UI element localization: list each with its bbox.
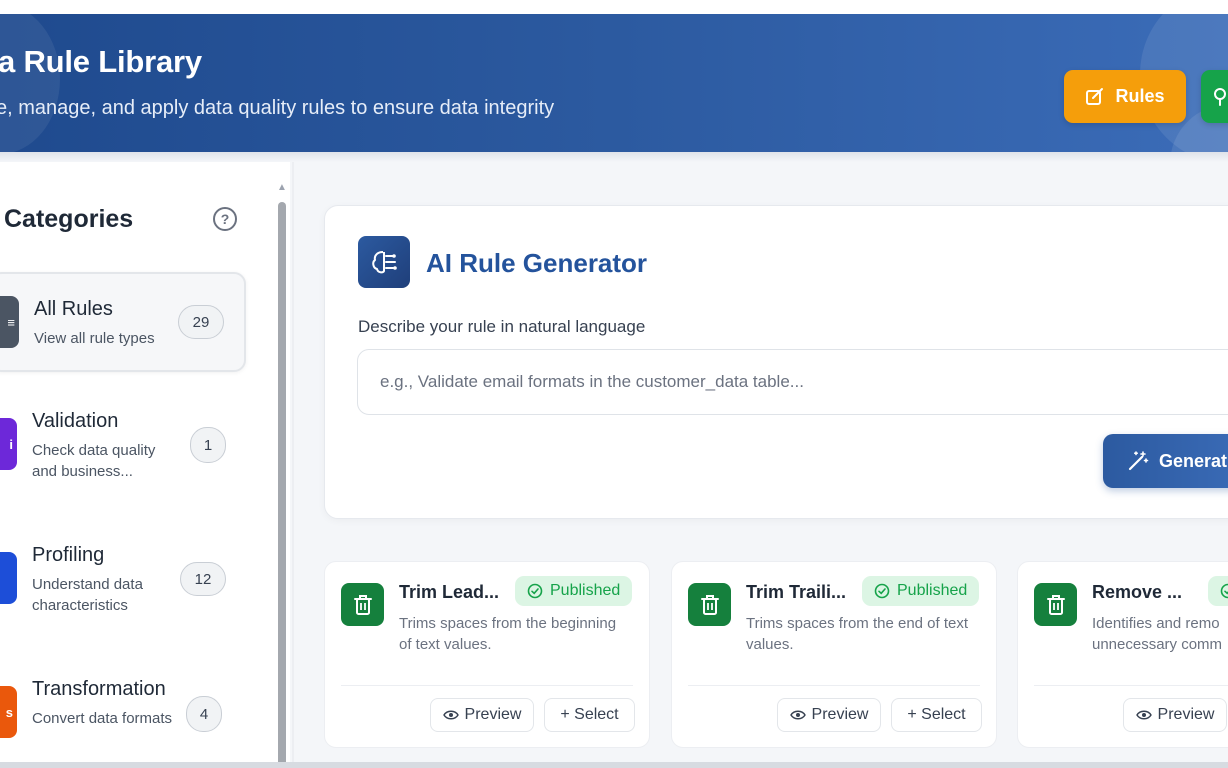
select-button[interactable]: + Select	[891, 698, 982, 732]
generate-button-label: Generat	[1159, 450, 1228, 471]
preview-button[interactable]: Preview	[1123, 698, 1227, 732]
card-divider	[1034, 685, 1228, 686]
preview-label: Preview	[811, 706, 869, 723]
check-circle-icon	[527, 583, 543, 599]
rule-description: Identifies and remo unnecessary comm	[1092, 615, 1223, 653]
rule-description: Trims spaces from the end of text values…	[746, 615, 969, 653]
trash-icon	[1034, 583, 1077, 626]
rule-card[interactable]: Trim Lead... Published Trims spaces from…	[324, 561, 650, 748]
header-banner: a Rule Library e, manage, and apply data…	[0, 14, 1228, 152]
rule-name: Remove ...	[1092, 582, 1183, 602]
published-badge	[1208, 576, 1228, 606]
header-shadow	[0, 152, 1228, 162]
generate-button[interactable]: Generat	[1103, 434, 1228, 488]
trash-icon	[688, 583, 731, 626]
transformation-icon: s	[0, 686, 17, 738]
scroll-up-icon[interactable]: ▲	[276, 180, 288, 194]
top-strip	[0, 0, 1228, 14]
sidebar-scrollbar[interactable]: ▲	[276, 180, 288, 768]
count-badge: 1	[190, 427, 226, 463]
sidebar-item-transformation[interactable]: s Transformation Convert data formats 4	[0, 674, 246, 768]
eye-icon	[789, 710, 806, 720]
bottom-edge	[0, 762, 1228, 768]
check-circle-icon	[1220, 583, 1228, 599]
check-circle-icon	[874, 583, 890, 599]
rules-button-label: Rules	[1115, 86, 1165, 106]
pin-icon	[1214, 87, 1226, 106]
sidebar-item-label: Validation	[32, 410, 119, 432]
card-divider	[341, 685, 633, 686]
rule-name: Trim Lead...	[399, 582, 500, 602]
rule-card[interactable]: Remove ... Identifies and remo unnecessa…	[1017, 561, 1228, 748]
secondary-header-button[interactable]	[1201, 70, 1228, 123]
edit-square-icon	[1086, 87, 1104, 105]
profiling-icon	[0, 552, 17, 604]
validation-icon: i	[0, 418, 17, 470]
count-badge: 12	[180, 562, 226, 596]
generator-title: AI Rule Generator	[426, 248, 648, 278]
rule-description-label: Describe your rule in natural language	[358, 317, 646, 336]
page-title: a Rule Library	[0, 44, 202, 79]
sidebar-item-validation[interactable]: i Validation Check data quality and busi…	[0, 406, 246, 506]
trash-icon	[341, 583, 384, 626]
published-badge: Published	[862, 576, 980, 606]
ai-rule-generator-card: AI Rule Generator Describe your rule in …	[324, 205, 1228, 519]
status-label: Published	[550, 582, 621, 599]
sidebar-item-all-rules[interactable]: ≡ All Rules View all rule types 29	[0, 272, 246, 372]
category-sidebar: Categories ? ≡ All Rules View all rule t…	[0, 162, 290, 768]
rules-button[interactable]: Rules	[1064, 70, 1186, 123]
preview-label: Preview	[1157, 706, 1215, 723]
scroll-thumb[interactable]	[278, 202, 286, 768]
sidebar-item-description: Convert data formats	[32, 710, 173, 727]
sidebar-item-label: Transformation	[32, 678, 166, 700]
sidebar-item-description: Understand data characteristics	[32, 576, 143, 614]
select-button[interactable]: + Select	[544, 698, 635, 732]
rule-card[interactable]: Trim Traili... Published Trims spaces fr…	[671, 561, 997, 748]
status-label: Published	[897, 582, 968, 599]
help-icon[interactable]: ?	[213, 207, 237, 231]
rule-description: Trims spaces from the beginning of text …	[399, 615, 617, 653]
list-icon: ≡	[0, 296, 19, 348]
sidebar-item-profiling[interactable]: Profiling Understand data characteristic…	[0, 540, 246, 640]
magic-wand-icon	[1128, 451, 1149, 471]
count-badge: 4	[186, 696, 222, 732]
preview-label: Preview	[464, 706, 522, 723]
sidebar-item-description: Check data quality and business...	[32, 442, 156, 480]
sidebar-item-description: View all rule types	[34, 330, 155, 347]
sidebar-title: Categories	[4, 205, 134, 233]
eye-icon	[442, 710, 459, 720]
count-badge: 29	[178, 305, 224, 339]
panel-divider	[292, 162, 294, 768]
page-subtitle: e, manage, and apply data quality rules …	[0, 97, 555, 119]
sidebar-item-label: All Rules	[34, 298, 113, 320]
preview-button[interactable]: Preview	[430, 698, 534, 732]
page: a Rule Library e, manage, and apply data…	[0, 0, 1228, 768]
decorative-bubble	[0, 14, 60, 152]
published-badge: Published	[515, 576, 633, 606]
rule-name: Trim Traili...	[746, 582, 847, 602]
card-divider	[688, 685, 980, 686]
rule-description-input[interactable]	[357, 349, 1228, 415]
brain-icon	[358, 236, 410, 288]
eye-icon	[1135, 710, 1152, 720]
preview-button[interactable]: Preview	[777, 698, 881, 732]
sidebar-item-label: Profiling	[32, 544, 105, 566]
